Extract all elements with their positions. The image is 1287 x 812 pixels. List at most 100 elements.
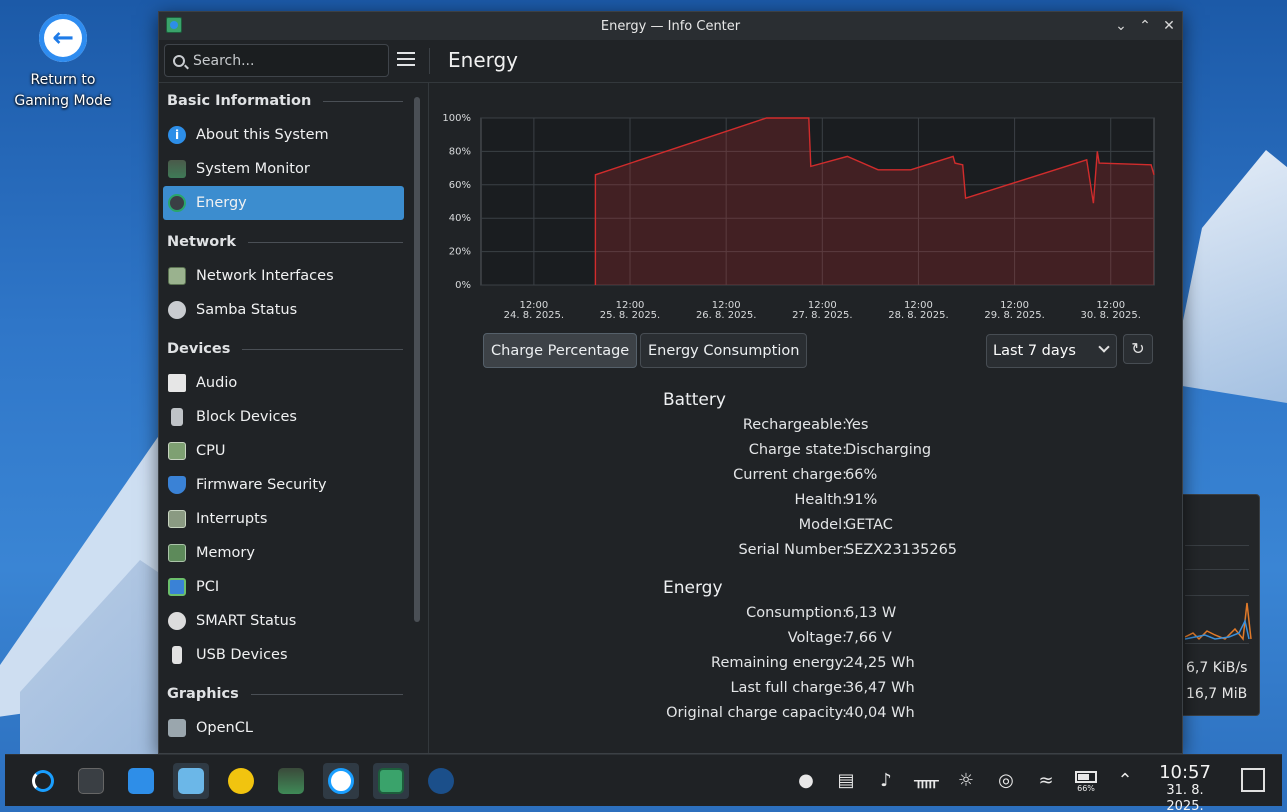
detail-value: 91%	[845, 492, 878, 508]
clipboard-icon[interactable]: ▤	[834, 769, 858, 793]
opencl-icon	[168, 719, 186, 737]
bluetooth-icon[interactable]: ᚅ	[914, 769, 939, 793]
network-graph-icon	[1185, 602, 1252, 641]
detail-key: Original charge capacity:	[666, 705, 847, 721]
steam-icon[interactable]	[423, 763, 459, 799]
detail-row: Model: GETAC	[430, 517, 1182, 542]
brightness-icon[interactable]: ☼	[954, 769, 978, 793]
sidebar-item-system-monitor[interactable]: System Monitor	[159, 152, 408, 186]
search-icon	[173, 54, 185, 67]
system-monitor-icon	[168, 160, 186, 178]
sidebar-scrollbar[interactable]	[414, 97, 420, 622]
search-input[interactable]	[193, 52, 373, 69]
sidebar-item-label: Network Interfaces	[196, 268, 334, 284]
sidebar-item-firmware-security[interactable]: Firmware Security	[159, 468, 408, 502]
steam-tray-icon[interactable]: ●	[794, 769, 818, 793]
detail-value: 40,04 Wh	[845, 705, 915, 721]
detail-key: Voltage:	[787, 630, 847, 646]
back-arrow-icon: ←	[39, 14, 87, 62]
sidebar-item-network-interfaces[interactable]: Network Interfaces	[159, 259, 408, 293]
system-monitor-taskbar-icon[interactable]	[273, 763, 309, 799]
detail-value: Discharging	[845, 442, 932, 458]
sidebar-item-usb-devices[interactable]: USB Devices	[159, 638, 408, 672]
refresh-button[interactable]: ↻	[1123, 334, 1153, 364]
detail-row: Last full charge: 36,47 Wh	[430, 680, 1182, 705]
detail-value: 66%	[845, 467, 878, 483]
discover-store-icon[interactable]	[123, 763, 159, 799]
y-tick-label: 60%	[449, 180, 471, 191]
y-tick-label: 0%	[455, 280, 471, 291]
sidebar-item-energy[interactable]: Energy	[163, 186, 404, 220]
x-tick-date: 26. 8. 2025.	[696, 310, 756, 321]
detail-key: Last full charge:	[730, 680, 847, 696]
sidebar-item-about-this-system[interactable]: About this System	[159, 118, 408, 152]
audio-card-icon	[168, 374, 186, 392]
cpu-icon	[168, 442, 186, 460]
detail-row: Consumption: 6,13 W	[430, 605, 1182, 630]
energy-group-title: Energy	[663, 578, 723, 598]
sidebar-section-devices: Devices	[159, 332, 428, 366]
shortcut-label: Return to Gaming Mode	[14, 72, 112, 109]
show-desktop-button[interactable]	[1241, 768, 1265, 792]
battery-icon[interactable]: 66%	[1074, 769, 1098, 793]
sidebar-item-opencl[interactable]: OpenCL	[159, 711, 408, 745]
maximize-button[interactable]: ⌃	[1135, 16, 1155, 36]
sidebar-item-label: Samba Status	[196, 302, 298, 318]
time-range-dropdown[interactable]: Last 7 days	[986, 334, 1117, 368]
x-tick-date: 29. 8. 2025.	[984, 310, 1044, 321]
microphone-icon[interactable]: ◎	[994, 769, 1018, 793]
energy-consumption-button[interactable]: Energy Consumption	[640, 333, 808, 368]
sidebar-item-pci[interactable]: PCI	[159, 570, 408, 604]
interrupts-icon	[168, 510, 186, 528]
clock[interactable]: 10:57 31. 8. 2025.	[1146, 763, 1224, 812]
memory-icon	[168, 544, 186, 562]
sidebar-item-samba-status[interactable]: Samba Status	[159, 293, 408, 327]
updater-icon[interactable]	[323, 763, 359, 799]
charge-percentage-button[interactable]: Charge Percentage	[483, 333, 638, 368]
file-manager-icon[interactable]	[173, 763, 209, 799]
sidebar-item-smart-status[interactable]: SMART Status	[159, 604, 408, 638]
pci-icon	[168, 578, 186, 596]
hamburger-menu-icon[interactable]	[397, 52, 415, 68]
sidebar-item-cpu[interactable]: CPU	[159, 434, 408, 468]
detail-key: Consumption:	[746, 605, 847, 621]
detail-key: Charge state:	[748, 442, 847, 458]
detail-value: 7,66 V	[845, 630, 892, 646]
sidebar-item-label: System Monitor	[196, 161, 310, 177]
sidebar-item-label: SMART Status	[196, 613, 297, 629]
sidebar-item-block-devices[interactable]: Block Devices	[159, 400, 408, 434]
expand-tray-icon[interactable]: ⌃	[1113, 769, 1137, 793]
detail-row: Rechargeable: Yes	[430, 417, 1182, 442]
minimize-button[interactable]: ⌄	[1111, 16, 1131, 36]
sidebar-item-label: PCI	[196, 579, 220, 595]
volume-icon[interactable]: ♪	[874, 769, 898, 793]
usb-icon	[172, 646, 182, 664]
close-button[interactable]: ✕	[1159, 16, 1179, 36]
taskbar: ● ▤ ♪ ᚅ ☼ ◎ ≈ 66% ⌃ 10:57 31. 8. 2025.	[5, 754, 1282, 812]
detail-row: Serial Number: SEZX23135265	[430, 542, 1182, 567]
sidebar: Basic Information About this System Syst…	[159, 83, 429, 753]
smart-disk-icon	[168, 612, 186, 630]
settings-sliders-icon[interactable]	[73, 763, 109, 799]
detail-row: Charge state: Discharging	[430, 442, 1182, 467]
detail-key: Remaining energy:	[711, 655, 847, 671]
detail-key: Current charge:	[733, 467, 847, 483]
sidebar-item-memory[interactable]: Memory	[159, 536, 408, 570]
detail-row: Voltage: 7,66 V	[430, 630, 1182, 655]
wallpaper-shape	[1170, 150, 1287, 410]
wifi-icon[interactable]: ≈	[1034, 769, 1058, 793]
search-field[interactable]	[164, 44, 389, 77]
detail-row: Remaining energy: 24,25 Wh	[430, 655, 1182, 680]
time-range-selected: Last 7 days	[993, 343, 1076, 359]
window-titlebar[interactable]: Energy — Info Center ⌄ ⌃ ✕	[159, 12, 1182, 40]
info-center-app-icon	[166, 17, 182, 33]
detail-value: GETAC	[845, 517, 893, 533]
weather-icon[interactable]	[223, 763, 259, 799]
energy-icon	[168, 194, 186, 212]
info-center-taskbar-icon[interactable]	[373, 763, 409, 799]
sidebar-item-interrupts[interactable]: Interrupts	[159, 502, 408, 536]
application-launcher-icon[interactable]	[25, 763, 61, 799]
detail-key: Rechargeable:	[742, 417, 847, 433]
sidebar-item-audio[interactable]: Audio	[159, 366, 408, 400]
return-to-gaming-mode-shortcut[interactable]: ← Return to Gaming Mode	[8, 14, 118, 112]
